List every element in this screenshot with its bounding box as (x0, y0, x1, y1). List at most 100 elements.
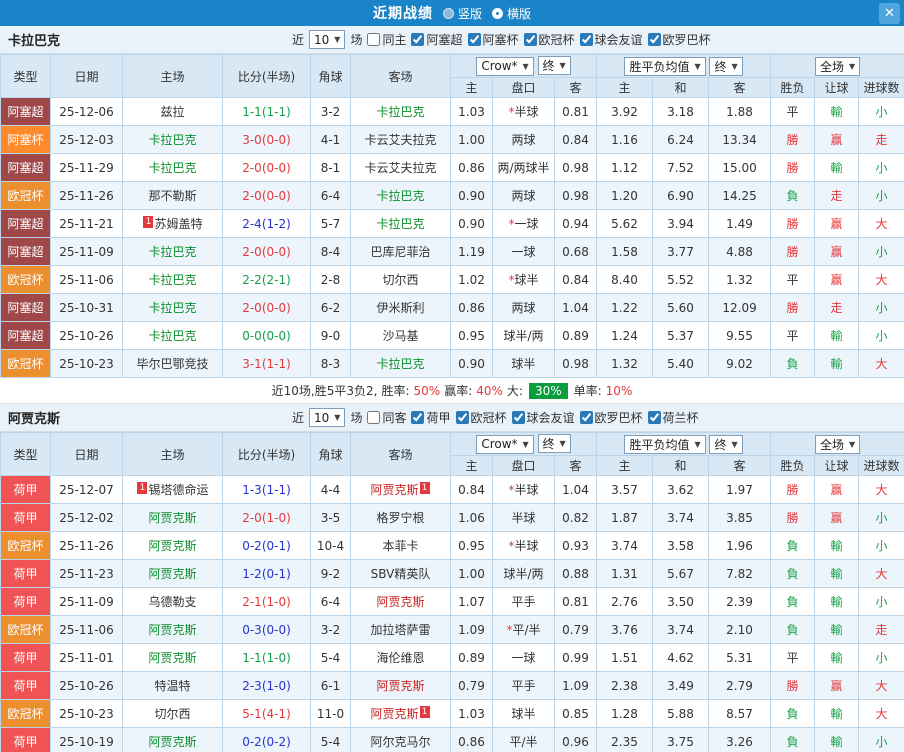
cell-home-team: 1 苏姆盖特 (122, 209, 223, 238)
cell-home-team: 卡拉巴克 (122, 125, 223, 154)
layout-radio-horizontal[interactable]: 横版 (492, 5, 531, 22)
cell-corners: 9-0 (310, 321, 351, 350)
odds-closing-select[interactable]: 终 ▼ (537, 434, 571, 454)
league-filter-1[interactable]: 欧冠杯 (455, 409, 507, 426)
wdl-average-select[interactable]: 胜平负均值 ▼ (624, 56, 706, 76)
cell-handicap-result: 輸 (814, 153, 860, 182)
scope-select[interactable]: 全场 ▼ (814, 434, 861, 454)
cell-eu-draw-odds: 3.62 (652, 475, 710, 504)
result-group-header: 全场 ▼ (770, 54, 904, 78)
cell-away-team: 卡云艾夫拉克 (350, 125, 451, 154)
cell-ah-away-odds: 1.04 (553, 475, 598, 504)
chevron-down-icon: ▼ (694, 61, 701, 71)
cell-eu-draw-odds: 5.37 (652, 321, 710, 350)
same-venue-checkbox[interactable]: 同主 (367, 31, 406, 48)
cell-away-team: 格罗宁根 (350, 503, 451, 532)
match-count-select[interactable]: 10 ▼ (309, 408, 346, 427)
cell-corners: 10-4 (310, 531, 351, 560)
cell-eu-draw-odds: 3.18 (652, 97, 710, 126)
match-row: 欧冠杯 25-10-23 毕尔巴鄂竞技 3-1(1-1) 8-3 卡拉巴克 0.90 球半 0.… (0, 349, 904, 378)
match-row: 阿塞超 25-12-06 兹拉 1-1(1-1) 3-2 卡拉巴克 1.03 *半球 0.81 3… (0, 97, 904, 126)
cell-result: 勝 (770, 209, 816, 238)
team-name: 卡拉巴克 (8, 34, 61, 49)
cell-goals-result: 大 (858, 475, 904, 504)
close-button[interactable]: ✕ (879, 3, 900, 24)
cell-ah-home-odds: 1.07 (450, 587, 493, 616)
wdl-average-select[interactable]: 胜平负均值 ▼ (624, 434, 706, 454)
cell-eu-home-odds: 1.16 (596, 125, 654, 154)
cell-handicap: 球半 (492, 349, 555, 378)
cell-away-team: 卡拉巴克 (350, 97, 451, 126)
layout-radio-vertical[interactable]: 竖版 (442, 5, 482, 22)
league-filter-checkbox[interactable] (579, 33, 593, 46)
cell-result: 負 (770, 559, 816, 588)
cell-eu-home-odds: 1.28 (596, 699, 654, 728)
league-filter-checkbox[interactable] (579, 411, 593, 424)
match-count-value: 10 (314, 32, 330, 47)
match-count-value: 10 (314, 410, 330, 425)
league-filter-1[interactable]: 阿塞杯 (467, 31, 519, 48)
cell-score: 3-1(1-1) (222, 349, 311, 378)
odds-closing-select[interactable]: 终 ▼ (537, 56, 571, 76)
cell-eu-away-odds: 5.31 (708, 643, 772, 672)
match-row: 荷甲 25-11-23 阿贾克斯 1-2(0-1) 9-2 SBV精英队 1.00 球半/两 0… (0, 559, 904, 588)
match-row: 荷甲 25-10-19 阿贾克斯 0-2(0-2) 5-4 阿尔克马尔 0.86 平/半 0.9… (0, 727, 904, 752)
cell-eu-draw-odds: 4.62 (652, 643, 710, 672)
wdl-closing-value: 终 (714, 437, 727, 452)
cell-goals-result: 大 (858, 349, 904, 378)
same-venue-input[interactable] (367, 33, 381, 46)
titlebar: 近期战绩 竖版 横版 ✕ (0, 0, 904, 26)
league-filter-checkbox[interactable] (523, 33, 537, 46)
cell-home-team: 卡拉巴克 (122, 153, 223, 182)
cell-date: 25-10-23 (50, 349, 123, 378)
away-favorite-star: * (506, 623, 513, 637)
summary-prefix: 近10场,胜5平3负2, (271, 384, 378, 398)
big-rate-label: 大: (506, 384, 523, 398)
same-venue-checkbox[interactable]: 同客 (367, 409, 406, 426)
cell-home-team: 卡拉巴克 (122, 293, 223, 322)
league-filter-4[interactable]: 欧罗巴杯 (647, 31, 711, 48)
league-filter-0[interactable]: 荷甲 (411, 409, 451, 426)
chevron-down-icon: ▼ (848, 439, 856, 449)
match-row: 欧冠杯 25-11-06 卡拉巴克 2-2(2-1) 2-8 切尔西 1.02 *球半 0.84… (0, 265, 904, 294)
section2-filterbar: 阿贾克斯 近 10 ▼ 场 同客 荷甲 欧冠杯 球会友谊 欧罗巴杯 荷兰杯 (0, 404, 904, 432)
league-filter-checkbox[interactable] (647, 33, 661, 46)
scope-select[interactable]: 全场 ▼ (814, 56, 861, 76)
cell-handicap: 球半 (492, 699, 555, 728)
cell-goals-result: 小 (858, 153, 904, 182)
league-filter-3[interactable]: 球会友谊 (579, 31, 643, 48)
league-filter-2[interactable]: 球会友谊 (511, 409, 575, 426)
cell-eu-home-odds: 8.40 (596, 265, 654, 294)
league-filter-checkbox[interactable] (647, 411, 661, 424)
league-filter-3[interactable]: 欧罗巴杯 (579, 409, 643, 426)
odds-company-select[interactable]: Crow* ▼ (476, 434, 534, 454)
league-filter-checkbox[interactable] (511, 411, 525, 424)
cell-eu-away-odds: 9.02 (708, 349, 772, 378)
league-filter-label: 荷甲 (426, 411, 451, 425)
match-count-select[interactable]: 10 ▼ (309, 30, 346, 49)
wdl-closing-select[interactable]: 终 ▼ (709, 56, 743, 76)
cell-eu-draw-odds: 6.24 (652, 125, 710, 154)
league-filter-checkbox[interactable] (455, 411, 469, 424)
league-filter-4[interactable]: 荷兰杯 (647, 409, 699, 426)
cell-result: 勝 (770, 671, 816, 700)
odds-company-select[interactable]: Crow* ▼ (476, 56, 534, 76)
cell-result: 平 (770, 97, 816, 126)
league-filter-0[interactable]: 阿塞超 (411, 31, 463, 48)
cell-eu-draw-odds: 5.88 (652, 699, 710, 728)
cell-home-team: 那不勒斯 (122, 181, 223, 210)
same-venue-input[interactable] (367, 411, 381, 424)
cell-goals-result: 走 (858, 615, 904, 644)
cell-ah-home-odds: 0.90 (450, 181, 493, 210)
cell-date: 25-12-03 (50, 125, 123, 154)
cell-result: 負 (770, 531, 816, 560)
cell-eu-draw-odds: 6.90 (652, 181, 710, 210)
cell-handicap: *半球 (492, 531, 555, 560)
cell-ah-home-odds: 0.79 (450, 671, 493, 700)
league-filter-2[interactable]: 欧冠杯 (523, 31, 575, 48)
wdl-closing-select[interactable]: 终 ▼ (709, 434, 743, 454)
league-filter-checkbox[interactable] (411, 33, 425, 46)
cell-handicap: 球半/两 (492, 559, 555, 588)
league-filter-checkbox[interactable] (467, 33, 481, 46)
league-filter-checkbox[interactable] (411, 411, 425, 424)
